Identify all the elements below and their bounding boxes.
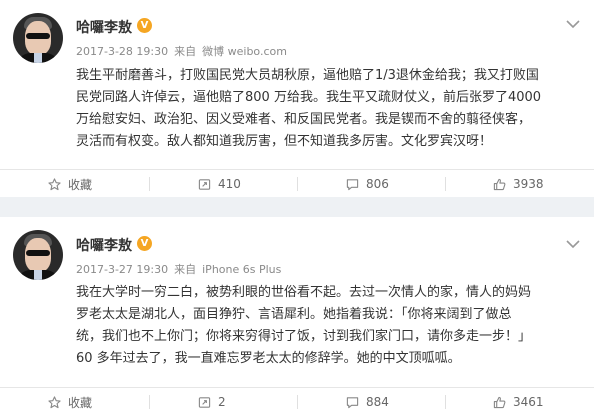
post-meta: 2017-3-28 19:30 来自 微博 weibo.com: [76, 43, 293, 59]
post-text-line: 万给慰安妇、政治犯、因义受难者、和反国民党者。我是锲而不舍的翦径侠客，: [76, 112, 532, 127]
avatar[interactable]: [13, 13, 63, 63]
verified-badge-icon: V: [137, 18, 152, 33]
like-count: 3461: [513, 395, 544, 409]
chevron-down-icon[interactable]: [566, 19, 580, 29]
post-separator: [0, 197, 594, 217]
avatar[interactable]: [13, 230, 63, 280]
like-icon: [493, 396, 506, 408]
source-prefix: 来自: [174, 263, 197, 276]
source: 微博 weibo.com: [202, 45, 287, 58]
repost-icon: [198, 396, 211, 408]
favorite-label: 收藏: [68, 395, 93, 410]
verified-badge-icon: V: [137, 236, 152, 251]
chevron-down-icon[interactable]: [566, 239, 580, 249]
divider: [445, 395, 446, 409]
like-button[interactable]: 3461: [493, 388, 544, 416]
action-bar: 收藏 2 884 3461: [0, 387, 594, 415]
weibo-post-1: 哈囉李敖 V 2017-3-28 19:30 来自 微博 weibo.com 我生平…: [0, 0, 594, 197]
comment-button[interactable]: 884: [346, 388, 389, 416]
comment-icon: [346, 178, 359, 190]
repost-icon: [198, 178, 211, 190]
divider: [445, 177, 446, 191]
author-name[interactable]: 哈囉李敖: [76, 17, 132, 37]
divider: [297, 395, 298, 409]
post-text: 我生平耐磨善斗，打败国民党大员胡秋原，逼他赔了1/3退休金给我；我又打败国 民党…: [76, 65, 576, 153]
divider: [297, 177, 298, 191]
favorite-button[interactable]: 收藏: [48, 170, 92, 198]
timestamp[interactable]: 2017-3-28 19:30: [76, 45, 168, 58]
comment-icon: [346, 396, 359, 408]
weibo-post-2: 哈囉李敖 V 2017-3-27 19:30 来自 iPhone 6s Plus 我…: [0, 217, 594, 417]
like-count: 3938: [513, 177, 544, 191]
star-icon: [48, 177, 61, 190]
like-icon: [493, 178, 506, 190]
author-name[interactable]: 哈囉李敖: [76, 235, 132, 255]
repost-button[interactable]: 410: [198, 170, 241, 198]
post-text-line: 民党同路人许倬云，逼他赔了800 万给我。我生平又疏财仗义，前后张罗了4000: [76, 90, 542, 105]
timestamp[interactable]: 2017-3-27 19:30: [76, 263, 168, 276]
post-text: 我在大学时一穷二白，被势利眼的世俗看不起。去过一次情人的家，情人的妈妈 罗老太太…: [76, 282, 576, 370]
like-button[interactable]: 3938: [493, 170, 544, 198]
repost-count: 410: [218, 177, 241, 191]
action-bar: 收藏 410 806 3938: [0, 169, 594, 197]
divider: [149, 395, 150, 409]
favorite-label: 收藏: [68, 177, 93, 192]
post-text-line: 我在大学时一穷二白，被势利眼的世俗看不起。去过一次情人的家，情人的妈妈: [76, 285, 532, 300]
comment-button[interactable]: 806: [346, 170, 389, 198]
post-text-line: 我生平耐磨善斗，打败国民党大员胡秋原，逼他赔了1/3退休金给我；我又打败国: [76, 68, 539, 83]
divider: [149, 177, 150, 191]
repost-count: 2: [218, 395, 226, 409]
post-text-line: 统，我们也不上你门；你将来穷得讨了饭，讨到我们家门口，请你多走一步！」: [76, 329, 532, 344]
star-icon: [48, 395, 61, 408]
favorite-button[interactable]: 收藏: [48, 388, 92, 416]
comment-count: 806: [366, 177, 389, 191]
post-text-line: 罗老太太是湖北人，面目狰狞、言语犀利。她指着我说：「你将来阔到了做总: [76, 307, 512, 322]
source: iPhone 6s Plus: [202, 263, 282, 276]
post-text-line: 60 多年过去了，我一直难忘罗老太太的修辞学。她的中文顶呱呱。: [76, 351, 461, 366]
post-meta: 2017-3-27 19:30 来自 iPhone 6s Plus: [76, 261, 287, 277]
source-prefix: 来自: [174, 45, 197, 58]
post-text-line: 灵活而有权变。敌人都知道我厉害，但不知道我多厉害。文化罗宾汉呀！: [76, 134, 493, 149]
comment-count: 884: [366, 395, 389, 409]
repost-button[interactable]: 2: [198, 388, 226, 416]
